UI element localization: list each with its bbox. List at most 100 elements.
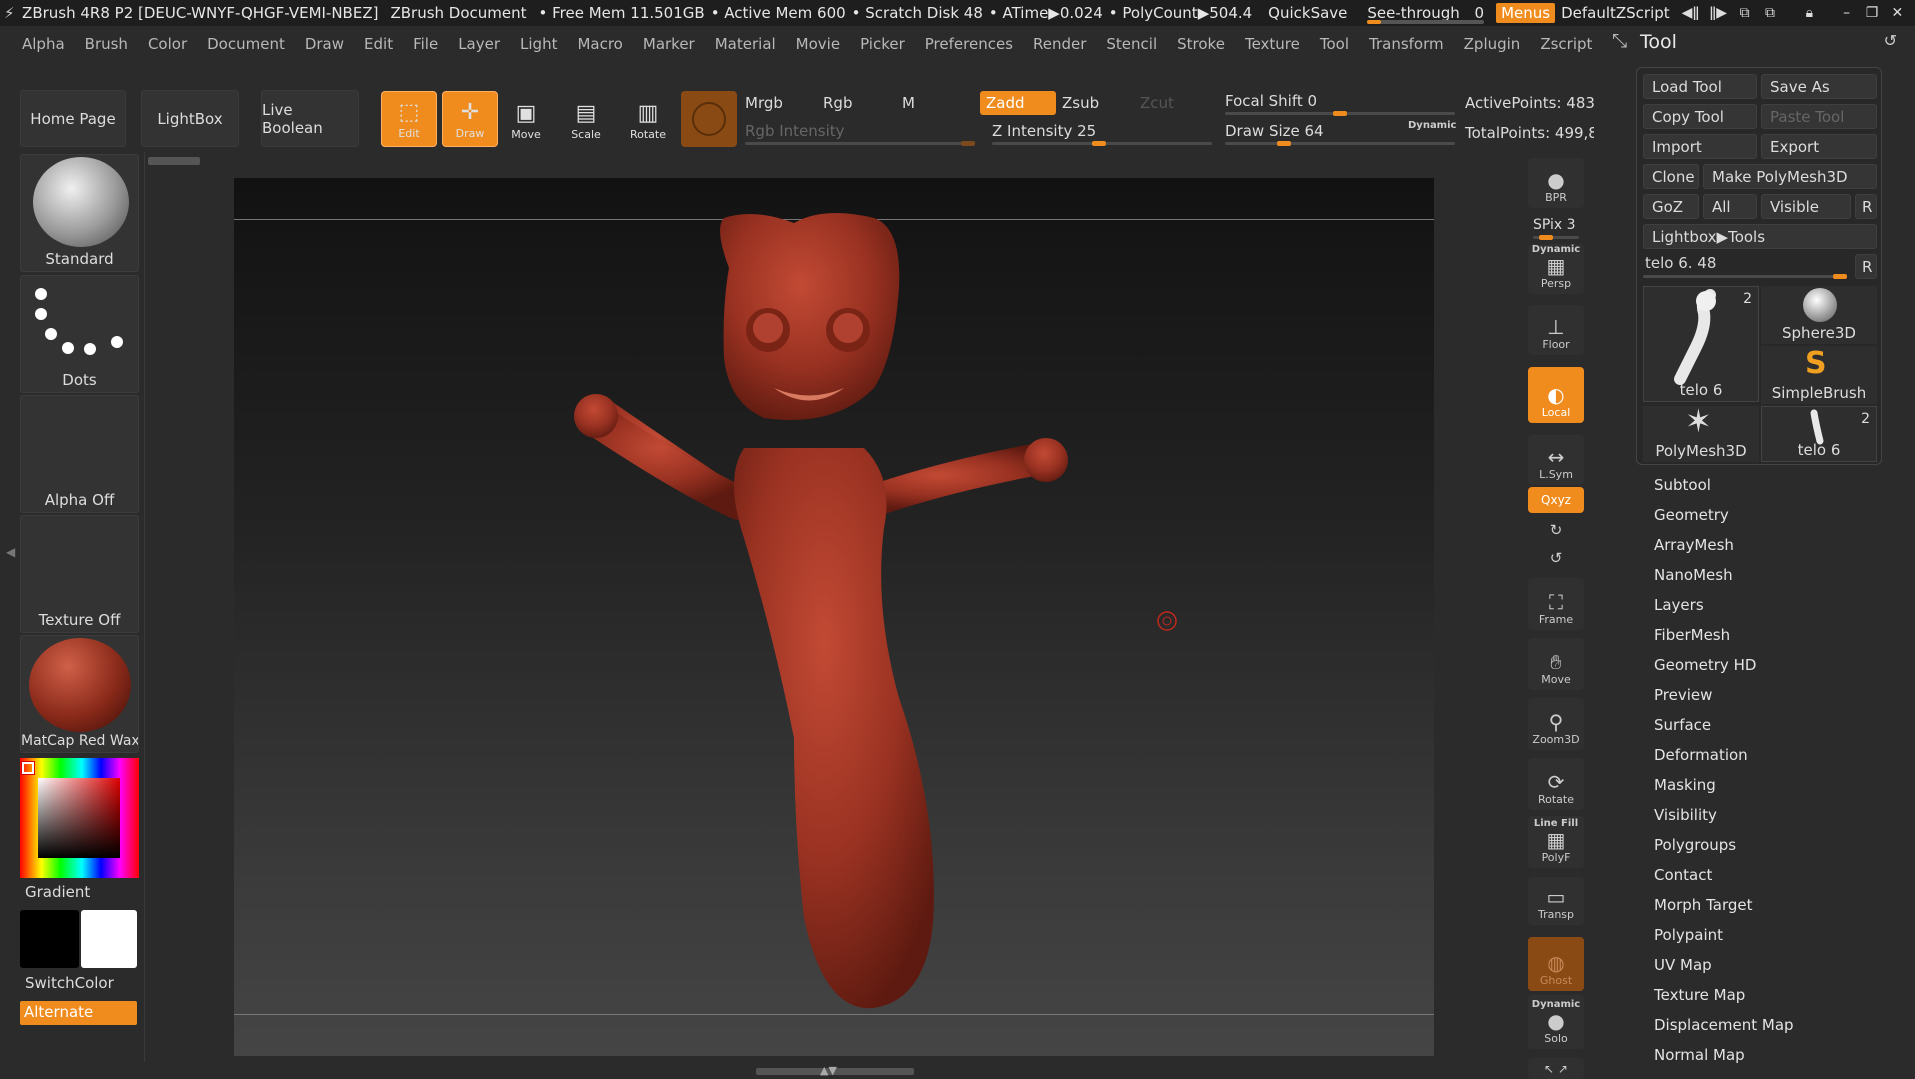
expand-view-button[interactable]: ↖ ↗ — [1528, 1058, 1584, 1079]
menu-draw[interactable]: Draw — [305, 35, 344, 53]
subpalette-deformation[interactable]: Deformation — [1654, 746, 1748, 764]
tool-palette-header[interactable]: ⤡ Tool ↺ — [1594, 27, 1915, 59]
menus-toggle-button[interactable]: Menus — [1496, 3, 1556, 23]
menu-stroke[interactable]: Stroke — [1177, 35, 1225, 53]
menu-document[interactable]: Document — [207, 35, 285, 53]
lightbox-button[interactable]: LightBox — [141, 90, 239, 147]
switch-color-button[interactable]: SwitchColor — [25, 974, 114, 992]
current-tool-r-button[interactable]: R — [1855, 254, 1877, 279]
solo-button[interactable]: Dynamic ● Solo — [1528, 995, 1584, 1049]
primary-color-swatch[interactable] — [20, 910, 79, 968]
bpr-render-button[interactable]: ● BPR — [1528, 158, 1584, 208]
transp-button[interactable]: ▭ Transp — [1528, 877, 1584, 925]
subpalette-polygroups[interactable]: Polygroups — [1654, 836, 1736, 854]
menu-material[interactable]: Material — [715, 35, 776, 53]
rotate-mode-button[interactable]: ▥ Rotate — [620, 91, 676, 147]
menu-picker[interactable]: Picker — [860, 35, 905, 53]
subpalette-uv-map[interactable]: UV Map — [1654, 956, 1712, 974]
rotate-view-button[interactable]: ⟳ Rotate — [1528, 758, 1584, 810]
brush-selector[interactable]: Standard — [20, 154, 139, 272]
menu-macro[interactable]: Macro — [577, 35, 622, 53]
zoom3d-button[interactable]: ⚲ Zoom3D — [1528, 698, 1584, 750]
lsym-button[interactable]: ↔ L.Sym — [1528, 435, 1584, 485]
floor-button[interactable]: ⊥ Floor — [1528, 305, 1584, 355]
goz-button[interactable]: GoZ — [1643, 194, 1699, 219]
goz-r-button[interactable]: R — [1855, 194, 1877, 219]
quicksave-button[interactable]: QuickSave — [1268, 4, 1347, 22]
left-tray-handle[interactable] — [148, 157, 200, 165]
m-button[interactable]: M — [902, 94, 915, 112]
stroke-selector[interactable]: Dots — [20, 275, 139, 393]
menu-texture[interactable]: Texture — [1245, 35, 1300, 53]
spix-slider[interactable] — [1533, 235, 1579, 240]
restore-icon[interactable]: ❐ — [1864, 5, 1879, 21]
ghost-button[interactable]: ◍ Ghost — [1528, 937, 1584, 991]
menu-preferences[interactable]: Preferences — [925, 35, 1013, 53]
menu-brush[interactable]: Brush — [85, 35, 128, 53]
menu-file[interactable]: File — [413, 35, 438, 53]
subpalette-texture-map[interactable]: Texture Map — [1654, 986, 1745, 1004]
subpalette-subtool[interactable]: Subtool — [1654, 476, 1711, 494]
subpalette-arraymesh[interactable]: ArrayMesh — [1654, 536, 1734, 554]
tool-thumb-sphere3d[interactable]: Sphere3D — [1761, 286, 1877, 344]
menu-light[interactable]: Light — [520, 35, 557, 53]
lightbox-tools-button[interactable]: Lightbox▶Tools — [1643, 224, 1877, 249]
subpalette-normal-map[interactable]: Normal Map — [1654, 1046, 1745, 1064]
tray-right-icon[interactable]: ǁ▶ — [1709, 5, 1727, 21]
subpalette-fibermesh[interactable]: FiberMesh — [1654, 626, 1730, 644]
persp-button[interactable]: Dynamic ▦ Persp — [1528, 244, 1584, 294]
paste-tool-button[interactable]: Paste Tool — [1761, 104, 1877, 129]
subpalette-preview[interactable]: Preview — [1654, 686, 1712, 704]
draw-size-slider[interactable] — [1225, 141, 1455, 146]
minimize-icon[interactable]: – — [1839, 5, 1854, 21]
subpalette-polypaint[interactable]: Polypaint — [1654, 926, 1723, 944]
xyz-rotate-button[interactable]: Qxyz — [1528, 487, 1584, 513]
tool-thumb-simplebrush[interactable]: S SimpleBrush — [1761, 346, 1877, 404]
bottom-tray-arrow-icon[interactable]: ▲▼ — [820, 1064, 837, 1077]
subpalette-geometry-hd[interactable]: Geometry HD — [1654, 656, 1756, 674]
tray-left-icon[interactable]: ◀ǁ — [1682, 5, 1700, 21]
zadd-button[interactable]: Zadd — [980, 91, 1056, 115]
zsub-button[interactable]: Zsub — [1056, 91, 1132, 115]
menu-zscript[interactable]: Zscript — [1540, 35, 1592, 53]
texture-selector[interactable]: Texture Off — [20, 515, 139, 633]
import-button[interactable]: Import — [1643, 134, 1757, 159]
menu-render[interactable]: Render — [1033, 35, 1086, 53]
subpalette-morph-target[interactable]: Morph Target — [1654, 896, 1753, 914]
see-through-slider[interactable]: See-through 0 — [1367, 4, 1485, 24]
menu-transform[interactable]: Transform — [1369, 35, 1444, 53]
subpalette-contact[interactable]: Contact — [1654, 866, 1712, 884]
lock-icon[interactable]: 🔒︎ — [1802, 5, 1817, 21]
focal-shift-slider[interactable] — [1225, 111, 1455, 116]
subpalette-nanomesh[interactable]: NanoMesh — [1654, 566, 1733, 584]
home-page-button[interactable]: Home Page — [20, 90, 126, 147]
gradient-toggle[interactable]: Gradient — [25, 883, 90, 901]
current-tool-slider[interactable]: telo 6. 48 — [1643, 252, 1851, 279]
move-mode-button[interactable]: ▣ Move — [498, 91, 554, 147]
subpalette-geometry[interactable]: Geometry — [1654, 506, 1729, 524]
mrgb-button[interactable]: Mrgb — [745, 94, 783, 112]
polyf-button[interactable]: Line Fill ▦ PolyF — [1528, 816, 1584, 868]
tool-thumb-telo6-a[interactable]: 2 telo 6 — [1643, 286, 1759, 402]
secondary-color-swatch[interactable] — [81, 910, 137, 968]
load-tool-button[interactable]: Load Tool — [1643, 74, 1757, 99]
move-view-button[interactable]: ✋︎ Move — [1528, 638, 1584, 690]
default-zscript-button[interactable]: DefaultZScript — [1561, 4, 1670, 22]
goz-visible-button[interactable]: Visible — [1761, 194, 1851, 219]
local-button[interactable]: ◐ Local — [1528, 367, 1584, 423]
menu-zplugin[interactable]: Zplugin — [1464, 35, 1521, 53]
viewport-canvas[interactable] — [234, 178, 1434, 1056]
menu-color[interactable]: Color — [148, 35, 187, 53]
tool-thumb-telo6-b[interactable]: 2 telo 6 — [1761, 406, 1877, 462]
goz-all-button[interactable]: All — [1703, 194, 1757, 219]
export-button[interactable]: Export — [1761, 134, 1877, 159]
layout-icon[interactable]: ⧉ — [1737, 5, 1752, 21]
menu-stencil[interactable]: Stencil — [1106, 35, 1157, 53]
make-polymesh-button[interactable]: Make PolyMesh3D — [1703, 164, 1877, 189]
subpalette-masking[interactable]: Masking — [1654, 776, 1716, 794]
menu-layer[interactable]: Layer — [458, 35, 500, 53]
left-tray-arrow-icon[interactable]: ◀ — [6, 545, 15, 559]
zcut-button[interactable]: Zcut — [1134, 91, 1210, 115]
z-intensity-slider[interactable] — [992, 141, 1212, 146]
sculptris-pro-button[interactable] — [681, 91, 737, 147]
